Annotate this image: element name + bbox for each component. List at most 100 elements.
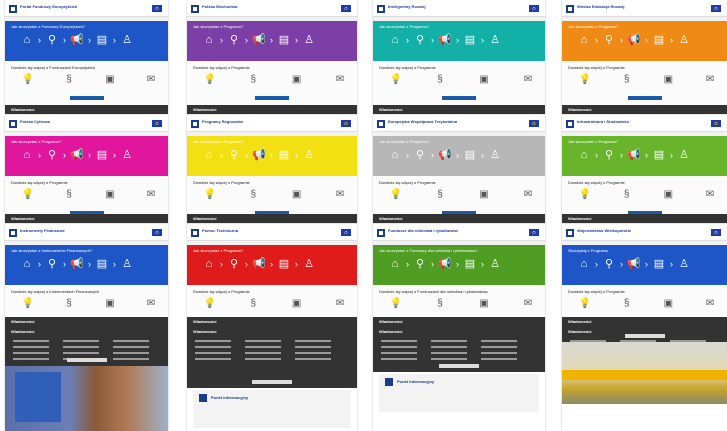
document-icon[interactable]: ▤ — [462, 147, 478, 163]
fe-logo-icon[interactable] — [377, 120, 385, 128]
mail-icon[interactable]: ✉ — [144, 296, 158, 310]
document-icon[interactable]: ▤ — [651, 147, 667, 163]
megaphone-icon[interactable]: 📢 — [251, 32, 267, 48]
site-name[interactable]: Europejska Współpraca Terytorialna — [388, 120, 458, 124]
person-icon[interactable]: ♙ — [301, 256, 317, 272]
fe-logo-icon[interactable] — [377, 5, 385, 13]
presentation-icon[interactable]: ▣ — [661, 187, 675, 201]
house-icon[interactable]: ⌂ — [387, 256, 403, 272]
fe-logo-icon[interactable] — [9, 120, 17, 128]
paragraph-icon[interactable]: § — [62, 187, 76, 201]
person-icon[interactable]: ♙ — [119, 147, 135, 163]
paragraph-icon[interactable]: § — [246, 72, 260, 86]
document-icon[interactable]: ▤ — [276, 256, 292, 272]
document-icon[interactable]: ▤ — [94, 256, 110, 272]
presentation-icon[interactable]: ▣ — [103, 72, 117, 86]
site-name[interactable]: Polska Wschodnia — [202, 5, 272, 9]
site-name[interactable]: Pomoc Techniczna — [202, 229, 272, 233]
megaphone-icon[interactable]: 📢 — [251, 147, 267, 163]
person-icon[interactable]: ♙ — [487, 256, 503, 272]
magnifier-icon[interactable]: ⚲ — [44, 32, 60, 48]
site-name[interactable]: Województwo Wielkopolskie — [577, 229, 647, 233]
site-name[interactable]: Fundusze dla rolnictwa i rybołówstwa — [388, 229, 458, 233]
magnifier-icon[interactable]: ⚲ — [226, 32, 242, 48]
megaphone-icon[interactable]: 📢 — [69, 256, 85, 272]
magnifier-icon[interactable]: ⚲ — [601, 32, 617, 48]
mail-icon[interactable]: ✉ — [703, 187, 717, 201]
mail-icon[interactable]: ✉ — [333, 187, 347, 201]
magnifier-icon[interactable]: ⚲ — [412, 147, 428, 163]
magnifier-icon[interactable]: ⚲ — [601, 147, 617, 163]
megaphone-icon[interactable]: 📢 — [437, 32, 453, 48]
person-icon[interactable]: ♙ — [119, 256, 135, 272]
lightbulb-icon[interactable]: 💡 — [389, 187, 403, 201]
paragraph-icon[interactable]: § — [62, 296, 76, 310]
lightbulb-icon[interactable]: 💡 — [578, 187, 592, 201]
mail-icon[interactable]: ✉ — [703, 296, 717, 310]
megaphone-icon[interactable]: 📢 — [626, 32, 642, 48]
mail-icon[interactable]: ✉ — [333, 72, 347, 86]
house-icon[interactable]: ⌂ — [19, 147, 35, 163]
paragraph-icon[interactable]: § — [433, 296, 447, 310]
fe-logo-icon[interactable] — [566, 120, 574, 128]
megaphone-icon[interactable]: 📢 — [437, 256, 453, 272]
lightbulb-icon[interactable]: 💡 — [21, 72, 35, 86]
document-icon[interactable]: ▤ — [94, 32, 110, 48]
more-button[interactable] — [627, 96, 662, 100]
house-icon[interactable]: ⌂ — [387, 147, 403, 163]
fe-logo-icon[interactable] — [191, 120, 199, 128]
site-name[interactable]: Inteligentny Rozwój — [388, 5, 458, 9]
lightbulb-icon[interactable]: 💡 — [203, 187, 217, 201]
person-icon[interactable]: ♙ — [676, 256, 692, 272]
lightbulb-icon[interactable]: 💡 — [578, 72, 592, 86]
fe-logo-icon[interactable] — [9, 5, 17, 13]
mail-icon[interactable]: ✉ — [144, 72, 158, 86]
lightbulb-icon[interactable]: 💡 — [21, 187, 35, 201]
all-news-button[interactable] — [439, 364, 479, 368]
site-name[interactable]: Infrastruktura i Środowisko — [577, 120, 647, 124]
person-icon[interactable]: ♙ — [487, 32, 503, 48]
megaphone-icon[interactable]: 📢 — [69, 147, 85, 163]
all-news-button[interactable] — [624, 334, 665, 338]
house-icon[interactable]: ⌂ — [19, 32, 35, 48]
person-icon[interactable]: ♙ — [301, 32, 317, 48]
lightbulb-icon[interactable]: 💡 — [389, 296, 403, 310]
site-name[interactable]: Instrumenty Finansowe — [20, 229, 90, 233]
mail-icon[interactable]: ✉ — [144, 187, 158, 201]
mail-icon[interactable]: ✉ — [521, 296, 535, 310]
fe-logo-icon[interactable] — [566, 229, 574, 237]
more-button[interactable] — [255, 96, 289, 100]
presentation-icon[interactable]: ▣ — [661, 72, 675, 86]
document-icon[interactable]: ▤ — [651, 256, 667, 272]
magnifier-icon[interactable]: ⚲ — [44, 147, 60, 163]
presentation-icon[interactable]: ▣ — [290, 187, 304, 201]
more-button[interactable] — [69, 96, 104, 100]
site-name[interactable]: Wiedza Edukacja Rozwój — [577, 5, 647, 9]
paragraph-icon[interactable]: § — [433, 187, 447, 201]
site-name[interactable]: Portal Funduszy Europejskich — [20, 5, 90, 9]
magnifier-icon[interactable]: ⚲ — [44, 256, 60, 272]
lightbulb-icon[interactable]: 💡 — [203, 72, 217, 86]
fe-logo-icon[interactable] — [191, 5, 199, 13]
fe-logo-icon[interactable] — [377, 229, 385, 237]
house-icon[interactable]: ⌂ — [576, 256, 592, 272]
mail-icon[interactable]: ✉ — [703, 72, 717, 86]
more-button[interactable] — [442, 96, 476, 100]
house-icon[interactable]: ⌂ — [576, 32, 592, 48]
presentation-icon[interactable]: ▣ — [290, 296, 304, 310]
fe-logo-icon[interactable] — [191, 229, 199, 237]
lightbulb-icon[interactable]: 💡 — [21, 296, 35, 310]
lightbulb-icon[interactable]: 💡 — [578, 296, 592, 310]
magnifier-icon[interactable]: ⚲ — [226, 147, 242, 163]
site-name[interactable]: Programy Regionalne — [202, 120, 272, 124]
megaphone-icon[interactable]: 📢 — [626, 256, 642, 272]
all-news-button[interactable] — [252, 380, 292, 384]
presentation-icon[interactable]: ▣ — [103, 296, 117, 310]
lightbulb-icon[interactable]: 💡 — [389, 72, 403, 86]
fe-logo-icon[interactable] — [566, 5, 574, 13]
presentation-icon[interactable]: ▣ — [103, 187, 117, 201]
megaphone-icon[interactable]: 📢 — [251, 256, 267, 272]
person-icon[interactable]: ♙ — [487, 147, 503, 163]
paragraph-icon[interactable]: § — [620, 72, 634, 86]
paragraph-icon[interactable]: § — [620, 187, 634, 201]
